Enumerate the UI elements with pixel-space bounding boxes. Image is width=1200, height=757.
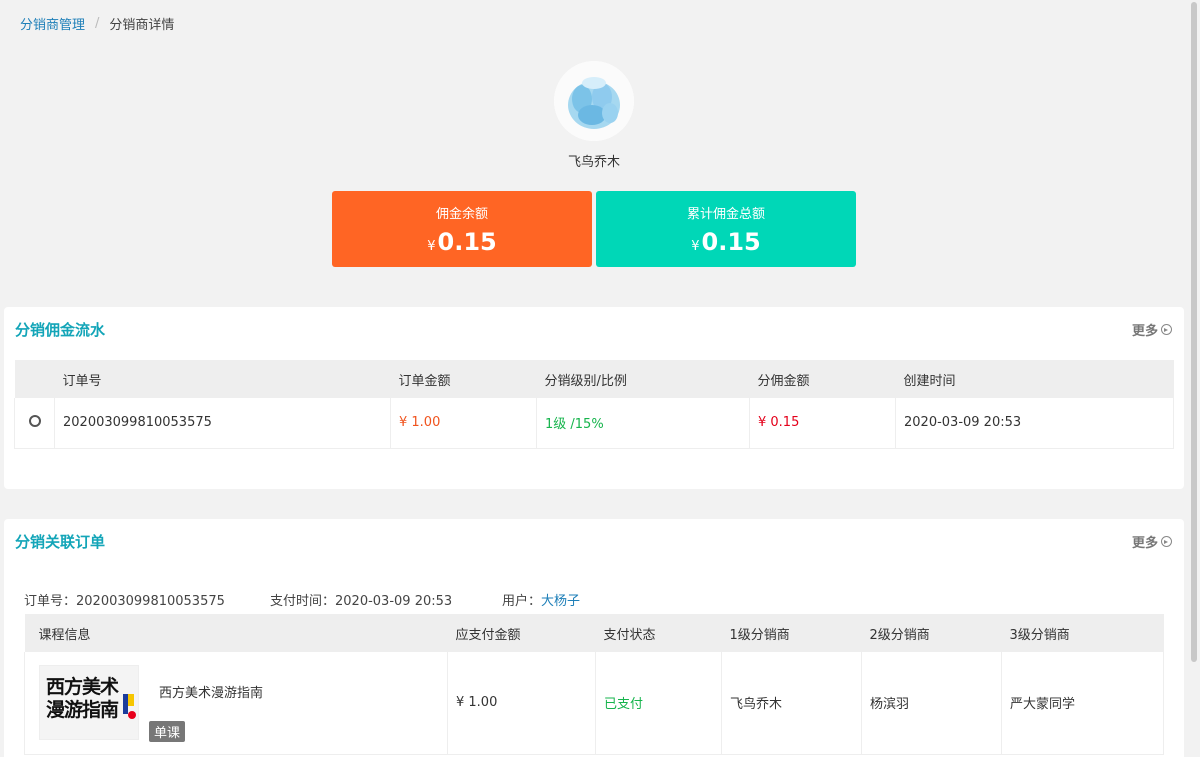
payable-amount: ¥ 1.00 <box>447 652 596 755</box>
column-header: 3级分销商 <box>1001 614 1164 652</box>
column-header: 订单金额 <box>390 360 537 398</box>
orders-table: 课程信息 应支付金额 支付状态 1级分销商 2级分销商 3级分销商 西方美术漫游… <box>24 614 1164 755</box>
commission-flow-title: 分销佣金流水 <box>15 321 106 339</box>
course-name: 西方美术漫游指南 <box>159 686 264 702</box>
column-header: 分销级别/比例 <box>536 360 750 398</box>
avatar <box>554 61 634 141</box>
avatar-image <box>554 61 634 141</box>
page-scrollbar[interactable] <box>1188 0 1200 757</box>
currency-symbol: ¥ <box>427 239 436 254</box>
select-column-header <box>14 360 55 398</box>
column-header: 课程信息 <box>24 614 448 652</box>
level3-distributor: 严大蒙同学 <box>1001 652 1164 755</box>
distributor-nickname: 飞鸟乔木 <box>567 155 620 170</box>
related-orders-card: 分销关联订单 更多 订单号：202003099810053575 支付时间：20… <box>4 519 1184 757</box>
column-header: 订单号 <box>54 360 391 398</box>
related-orders-title: 分销关联订单 <box>15 533 106 551</box>
course-type-badge: 单课 <box>149 721 186 743</box>
order-amount: ¥ 1.00 <box>390 398 537 449</box>
row-radio[interactable] <box>29 414 41 427</box>
column-header: 1级分销商 <box>721 614 862 652</box>
column-header: 应支付金额 <box>447 614 596 652</box>
created-time: 2020-03-09 20:53 <box>895 398 1174 449</box>
commission-flow-card: 分销佣金流水 更多 订单号 订单金额 分销级别/比例 分佣金额 创建时间 202… <box>4 307 1184 489</box>
column-header: 创建时间 <box>895 360 1174 398</box>
commission-table: 订单号 订单金额 分销级别/比例 分佣金额 创建时间 2020030998100… <box>14 360 1174 449</box>
commission-more-link[interactable]: 更多 <box>1132 320 1172 339</box>
breadcrumb-parent-link[interactable]: 分销商管理 <box>20 14 85 33</box>
table-row: 202003099810053575 ¥ 1.00 1级 /15% ¥ 0.15… <box>14 398 1174 449</box>
arrow-circle-right-icon <box>1161 536 1172 547</box>
pay-time-meta: 支付时间：2020-03-09 20:53 <box>270 594 453 609</box>
course-thumbnail: 西方美术漫游指南 <box>39 665 139 741</box>
user-link[interactable]: 大杨子 <box>541 594 580 609</box>
total-commission-label: 累计佣金总额 <box>686 207 765 222</box>
order-number-meta: 订单号：202003099810053575 <box>24 594 225 609</box>
user-meta: 用户：大杨子 <box>502 594 581 609</box>
scrollbar-thumb[interactable] <box>1191 2 1197 662</box>
total-commission-card: 累计佣金总额 ¥0.15 <box>596 191 856 267</box>
column-header: 2级分销商 <box>861 614 1002 652</box>
column-header: 支付状态 <box>595 614 722 652</box>
distribution-level: 1级 /15% <box>536 398 750 449</box>
course-info[interactable]: 西方美术漫游指南 单课 西方美术漫游指南 <box>39 665 447 743</box>
total-commission-value: 0.15 <box>701 228 761 256</box>
commission-balance-value: 0.15 <box>437 228 497 256</box>
course-thumbnail-text: 西方美术漫游指南 <box>46 676 119 722</box>
commission-balance-label: 佣金余额 <box>435 207 488 222</box>
commission-balance-card: 佣金余额 ¥0.15 <box>332 191 592 267</box>
currency-symbol: ¥ <box>691 239 700 254</box>
commission-amount: ¥ 0.15 <box>749 398 896 449</box>
arrow-circle-right-icon <box>1161 324 1172 335</box>
orders-more-link[interactable]: 更多 <box>1132 532 1172 551</box>
column-header: 分佣金额 <box>749 360 896 398</box>
order-number: 202003099810053575 <box>54 398 391 449</box>
table-row: 西方美术漫游指南 单课 西方美术漫游指南 ¥ 1.00 已支付 飞鸟乔木 杨滨羽… <box>24 652 1164 755</box>
breadcrumb-current: 分销商详情 <box>109 18 175 33</box>
payment-status: 已支付 <box>595 652 722 755</box>
level1-distributor: 飞鸟乔木 <box>721 652 862 755</box>
level2-distributor: 杨滨羽 <box>861 652 1002 755</box>
breadcrumb: 分销商管理 / 分销商详情 <box>20 14 174 33</box>
breadcrumb-separator: / <box>95 16 100 31</box>
